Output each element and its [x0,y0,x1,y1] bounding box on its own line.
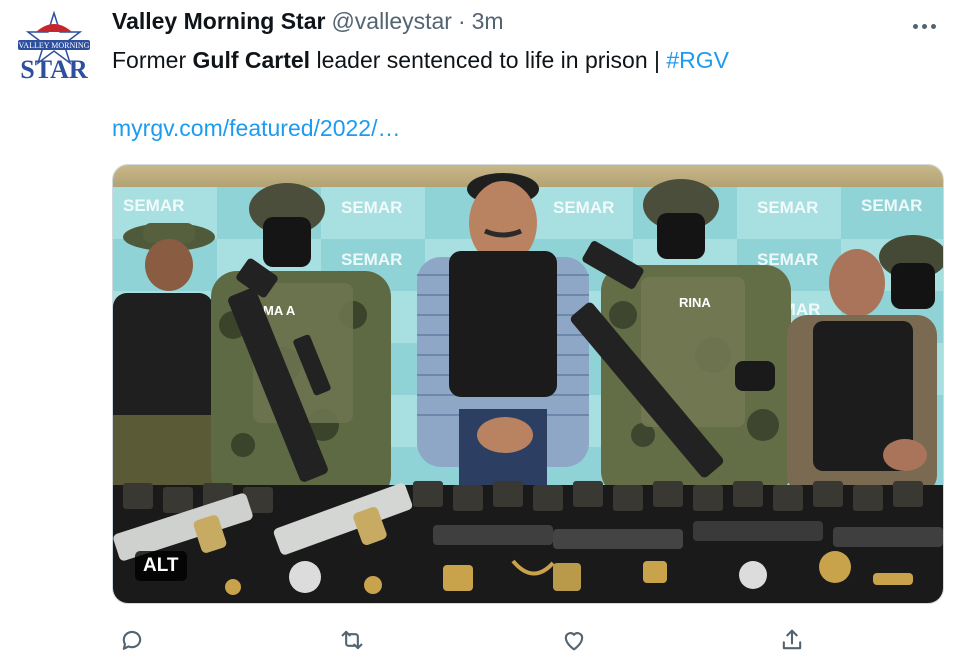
backdrop-text: SEMAR [341,250,402,269]
backdrop-text: SEMAR [553,198,614,217]
separator: · [457,8,466,34]
vest-text-left: MA A [263,303,296,318]
logo-top-text: VALLEY MORNING [19,41,90,50]
timestamp[interactable]: 3m [472,8,504,35]
retweet-icon [341,630,363,650]
reply-icon [122,630,142,650]
display-name[interactable]: Valley Morning Star [112,8,325,35]
tweet-header: Valley Morning Star @valleystar · 3m [112,8,504,40]
hashtag-link[interactable]: #RGV [666,47,729,73]
tweet-text: Former Gulf Cartel leader sentenced to l… [112,44,729,76]
text-before: Former [112,47,193,73]
retweet-button[interactable] [332,620,372,660]
share-button[interactable] [772,620,812,660]
text-bold: Gulf Cartel [192,47,311,73]
tweet-photo[interactable]: SEMAR SEMAR SEMAR SEMAR SEMAR SEMAR SEMA… [112,164,944,604]
like-icon [564,632,584,651]
alt-badge[interactable]: ALT [135,551,187,581]
handle[interactable]: @valleystar [331,8,452,35]
backdrop-text: SEMAR [861,196,922,215]
tweet-actions [112,620,944,660]
backdrop-text: SEMAR [757,198,818,217]
text-after: leader sentenced to life in prison | [310,47,667,73]
like-button[interactable] [554,620,594,660]
article-link[interactable]: myrgv.com/featured/2022/… [112,112,400,144]
avatar[interactable]: VALLEY MORNING STAR [14,10,94,90]
vest-text-right: RINA [679,295,711,310]
valley-morning-star-logo: VALLEY MORNING STAR [18,10,90,84]
backdrop-text: SEMAR [341,198,402,217]
more-icon[interactable] [904,6,944,46]
backdrop-text: SEMAR [123,196,184,215]
more-dot [930,23,936,29]
reply-button[interactable] [112,620,152,660]
photo-illustration: SEMAR SEMAR SEMAR SEMAR SEMAR SEMAR SEMA… [113,165,943,603]
share-icon [782,629,802,650]
logo-main-text: STAR [20,55,88,84]
more-dot [921,23,927,29]
more-dot [912,23,918,29]
